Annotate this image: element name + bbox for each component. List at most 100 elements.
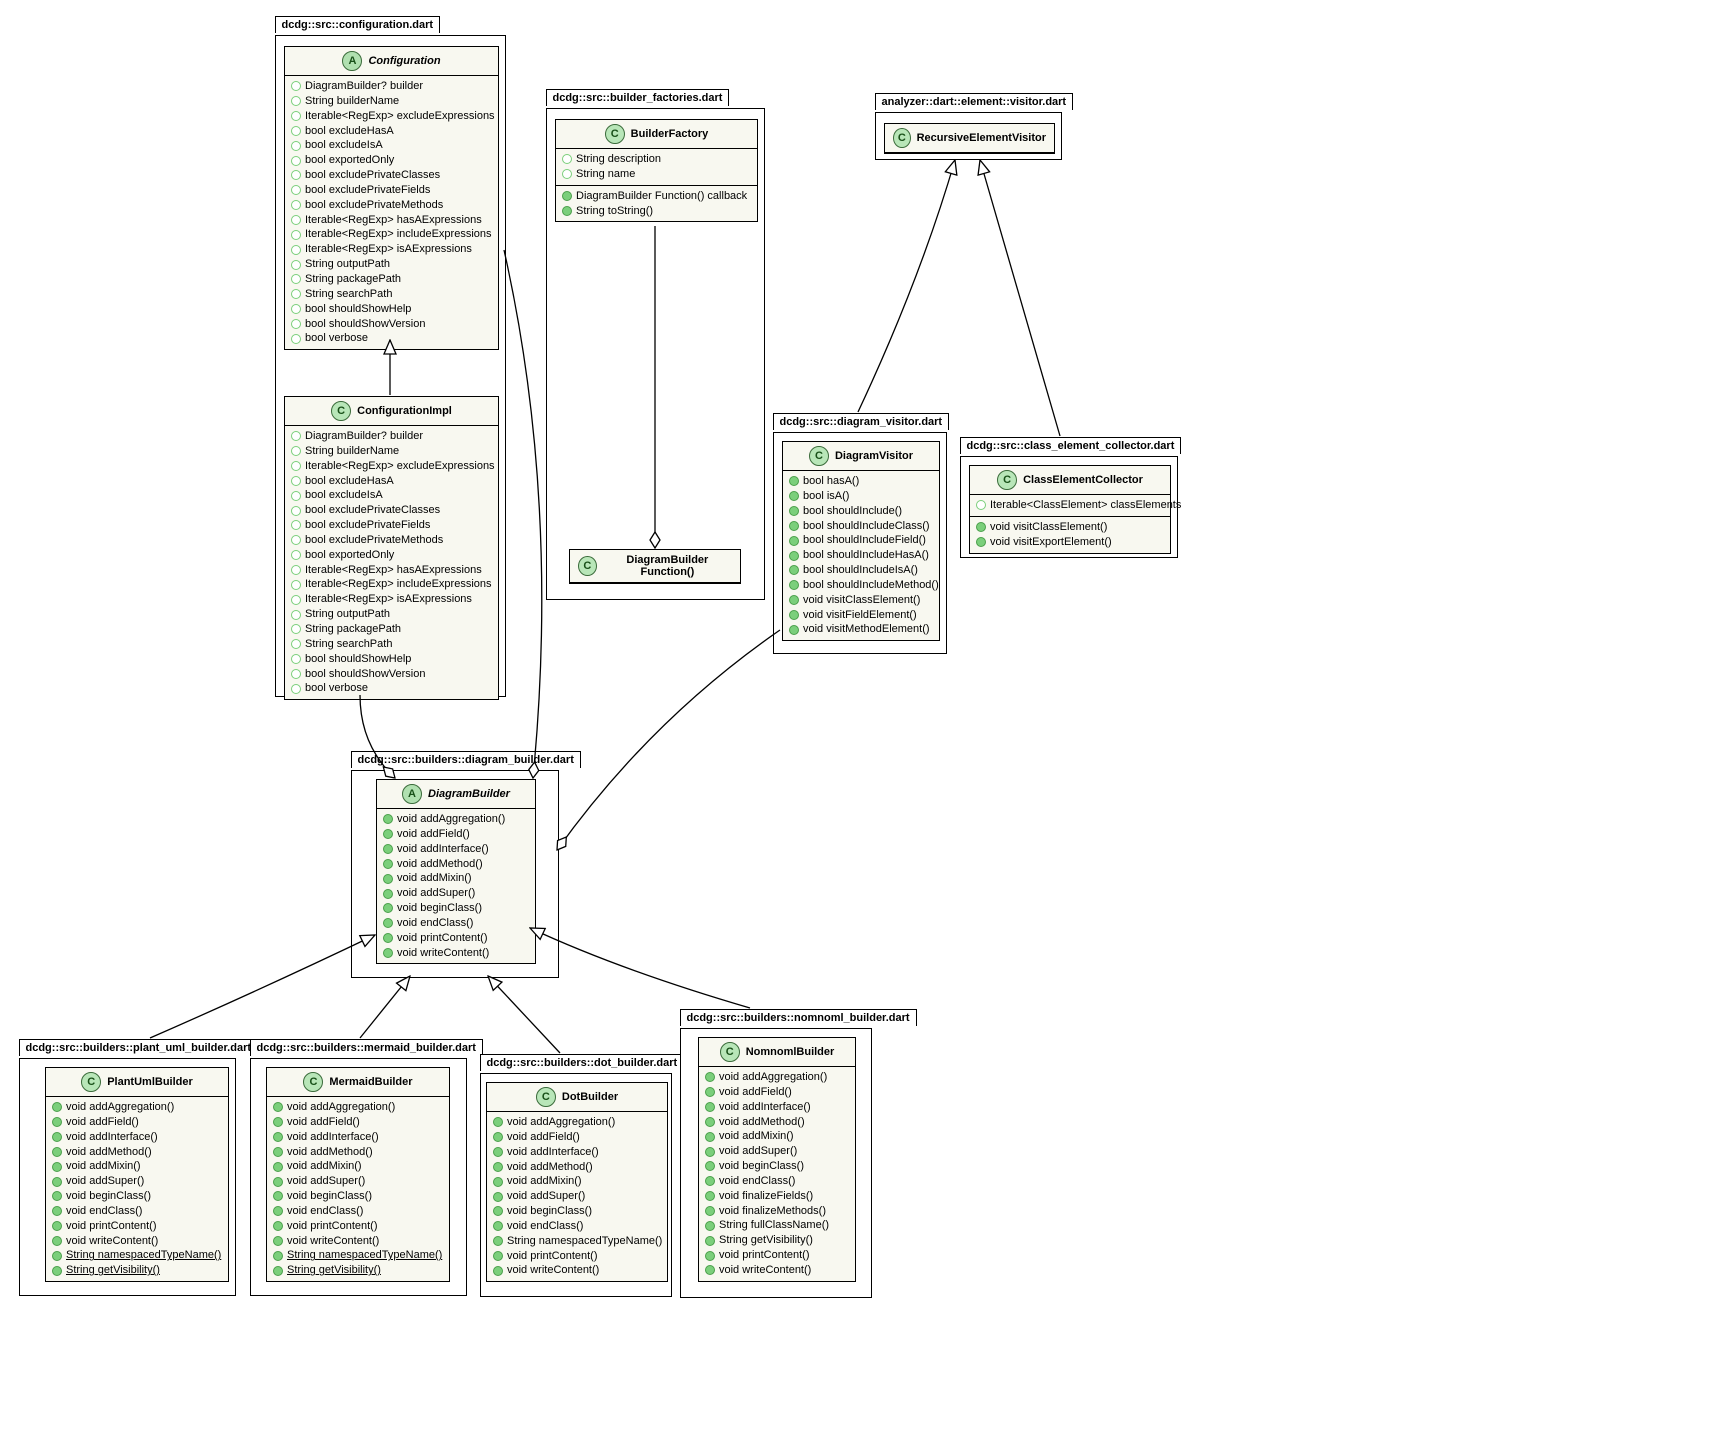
package-nomnoml-builder: dcdg::src::builders::nomnoml_builder.dar… [680,1028,872,1298]
class-member: Iterable<RegExp> excludeExpressions [291,459,492,474]
class-member: void visitMethodElement() [789,622,933,637]
visibility-icon [52,1221,62,1231]
member-text: void addSuper() [397,886,475,901]
visibility-icon [493,1132,503,1142]
visibility-icon [562,154,572,164]
member-text: void addInterface() [66,1130,158,1145]
class-name: ConfigurationImpl [357,405,452,417]
member-text: String packagePath [305,272,401,287]
member-text: void beginClass() [287,1189,372,1204]
member-text: void endClass() [719,1174,795,1189]
class-member: void addAggregation() [705,1070,849,1085]
member-text: void addField() [287,1115,360,1130]
class-member: String namespacedTypeName() [493,1234,661,1249]
visibility-icon [705,1176,715,1186]
class-member: String outputPath [291,257,492,272]
member-text: void addMixin() [397,871,472,886]
member-text: String getVisibility() [719,1233,813,1248]
visibility-icon [291,334,301,344]
class-nomnoml-builder: CNomnomlBuilder void addAggregation()voi… [698,1037,856,1282]
class-diagram-builder-function: CDiagramBuilder Function() [569,549,741,584]
visibility-icon [291,111,301,121]
class-member: String getVisibility() [705,1233,849,1248]
visibility-icon [789,536,799,546]
visibility-icon [383,814,393,824]
member-text: Iterable<RegExp> isAExpressions [305,242,472,257]
class-member: void addMethod() [705,1115,849,1130]
member-text: void beginClass() [397,901,482,916]
class-icon: C [605,124,625,144]
class-member: void addField() [273,1115,443,1130]
member-text: String searchPath [305,637,392,652]
class-member: void addInterface() [383,842,529,857]
member-text: void addMixin() [66,1159,141,1174]
member-text: bool excludeHasA [305,124,394,139]
member-text: void beginClass() [507,1204,592,1219]
visibility-icon [291,81,301,91]
visibility-icon [291,550,301,560]
visibility-icon [383,918,393,928]
visibility-icon [493,1192,503,1202]
visibility-icon [705,1117,715,1127]
class-member: void addInterface() [273,1130,443,1145]
member-text: void visitFieldElement() [803,608,917,623]
class-member: String namespacedTypeName() [52,1248,222,1263]
visibility-icon [52,1147,62,1157]
class-name: DotBuilder [562,1091,618,1103]
class-member: void addField() [705,1085,849,1100]
visibility-icon [291,431,301,441]
package-tab: dcdg::src::configuration.dart [275,16,441,33]
class-diagram-visitor: CDiagramVisitor bool hasA()bool isA()boo… [782,441,940,641]
class-member: void addField() [52,1115,222,1130]
class-member: bool excludeIsA [291,138,492,153]
visibility-icon [291,476,301,486]
visibility-icon [705,1206,715,1216]
visibility-icon [291,96,301,106]
visibility-icon [291,274,301,284]
member-text: void addAggregation() [397,812,505,827]
class-icon: C [536,1087,556,1107]
member-text: String fullClassName() [719,1218,829,1233]
class-member: void printContent() [383,931,529,946]
visibility-icon [976,500,986,510]
visibility-icon [705,1132,715,1142]
class-member: String outputPath [291,607,492,622]
class-member: String description [562,152,751,167]
member-text: bool shouldShowHelp [305,652,411,667]
class-member: bool exportedOnly [291,153,492,168]
package-builder-factories: dcdg::src::builder_factories.dart CBuild… [546,108,765,600]
visibility-icon [789,595,799,605]
class-name: DiagramBuilder Function() [603,554,732,578]
visibility-icon [562,206,572,216]
visibility-icon [52,1266,62,1276]
visibility-icon [52,1102,62,1112]
visibility-icon [291,200,301,210]
visibility-icon [493,1147,503,1157]
class-member: String searchPath [291,287,492,302]
visibility-icon [789,565,799,575]
class-member: bool excludePrivateFields [291,183,492,198]
class-name: Configuration [368,55,440,67]
class-member: Iterable<RegExp> hasAExpressions [291,563,492,578]
class-name: ClassElementCollector [1023,474,1143,486]
visibility-icon [273,1236,283,1246]
member-text: Iterable<RegExp> hasAExpressions [305,213,482,228]
class-member: void addAggregation() [273,1100,443,1115]
class-member: void addAggregation() [52,1100,222,1115]
class-member: Iterable<RegExp> includeExpressions [291,227,492,242]
member-text: void printContent() [507,1249,598,1264]
visibility-icon [705,1221,715,1231]
class-name: DiagramBuilder [428,788,510,800]
member-text: void addInterface() [719,1100,811,1115]
visibility-icon [493,1162,503,1172]
class-member: void addMethod() [52,1145,222,1160]
class-member: bool excludePrivateClasses [291,503,492,518]
class-member: void addField() [383,827,529,842]
class-diagram-builder: ADiagramBuilder void addAggregation()voi… [376,779,536,964]
visibility-icon [291,461,301,471]
class-member: Iterable<RegExp> hasAExpressions [291,213,492,228]
class-member: bool shouldIncludeHasA() [789,548,933,563]
member-text: void addInterface() [397,842,489,857]
class-member: void writeContent() [705,1263,849,1278]
member-text: bool shouldIncludeHasA() [803,548,929,563]
